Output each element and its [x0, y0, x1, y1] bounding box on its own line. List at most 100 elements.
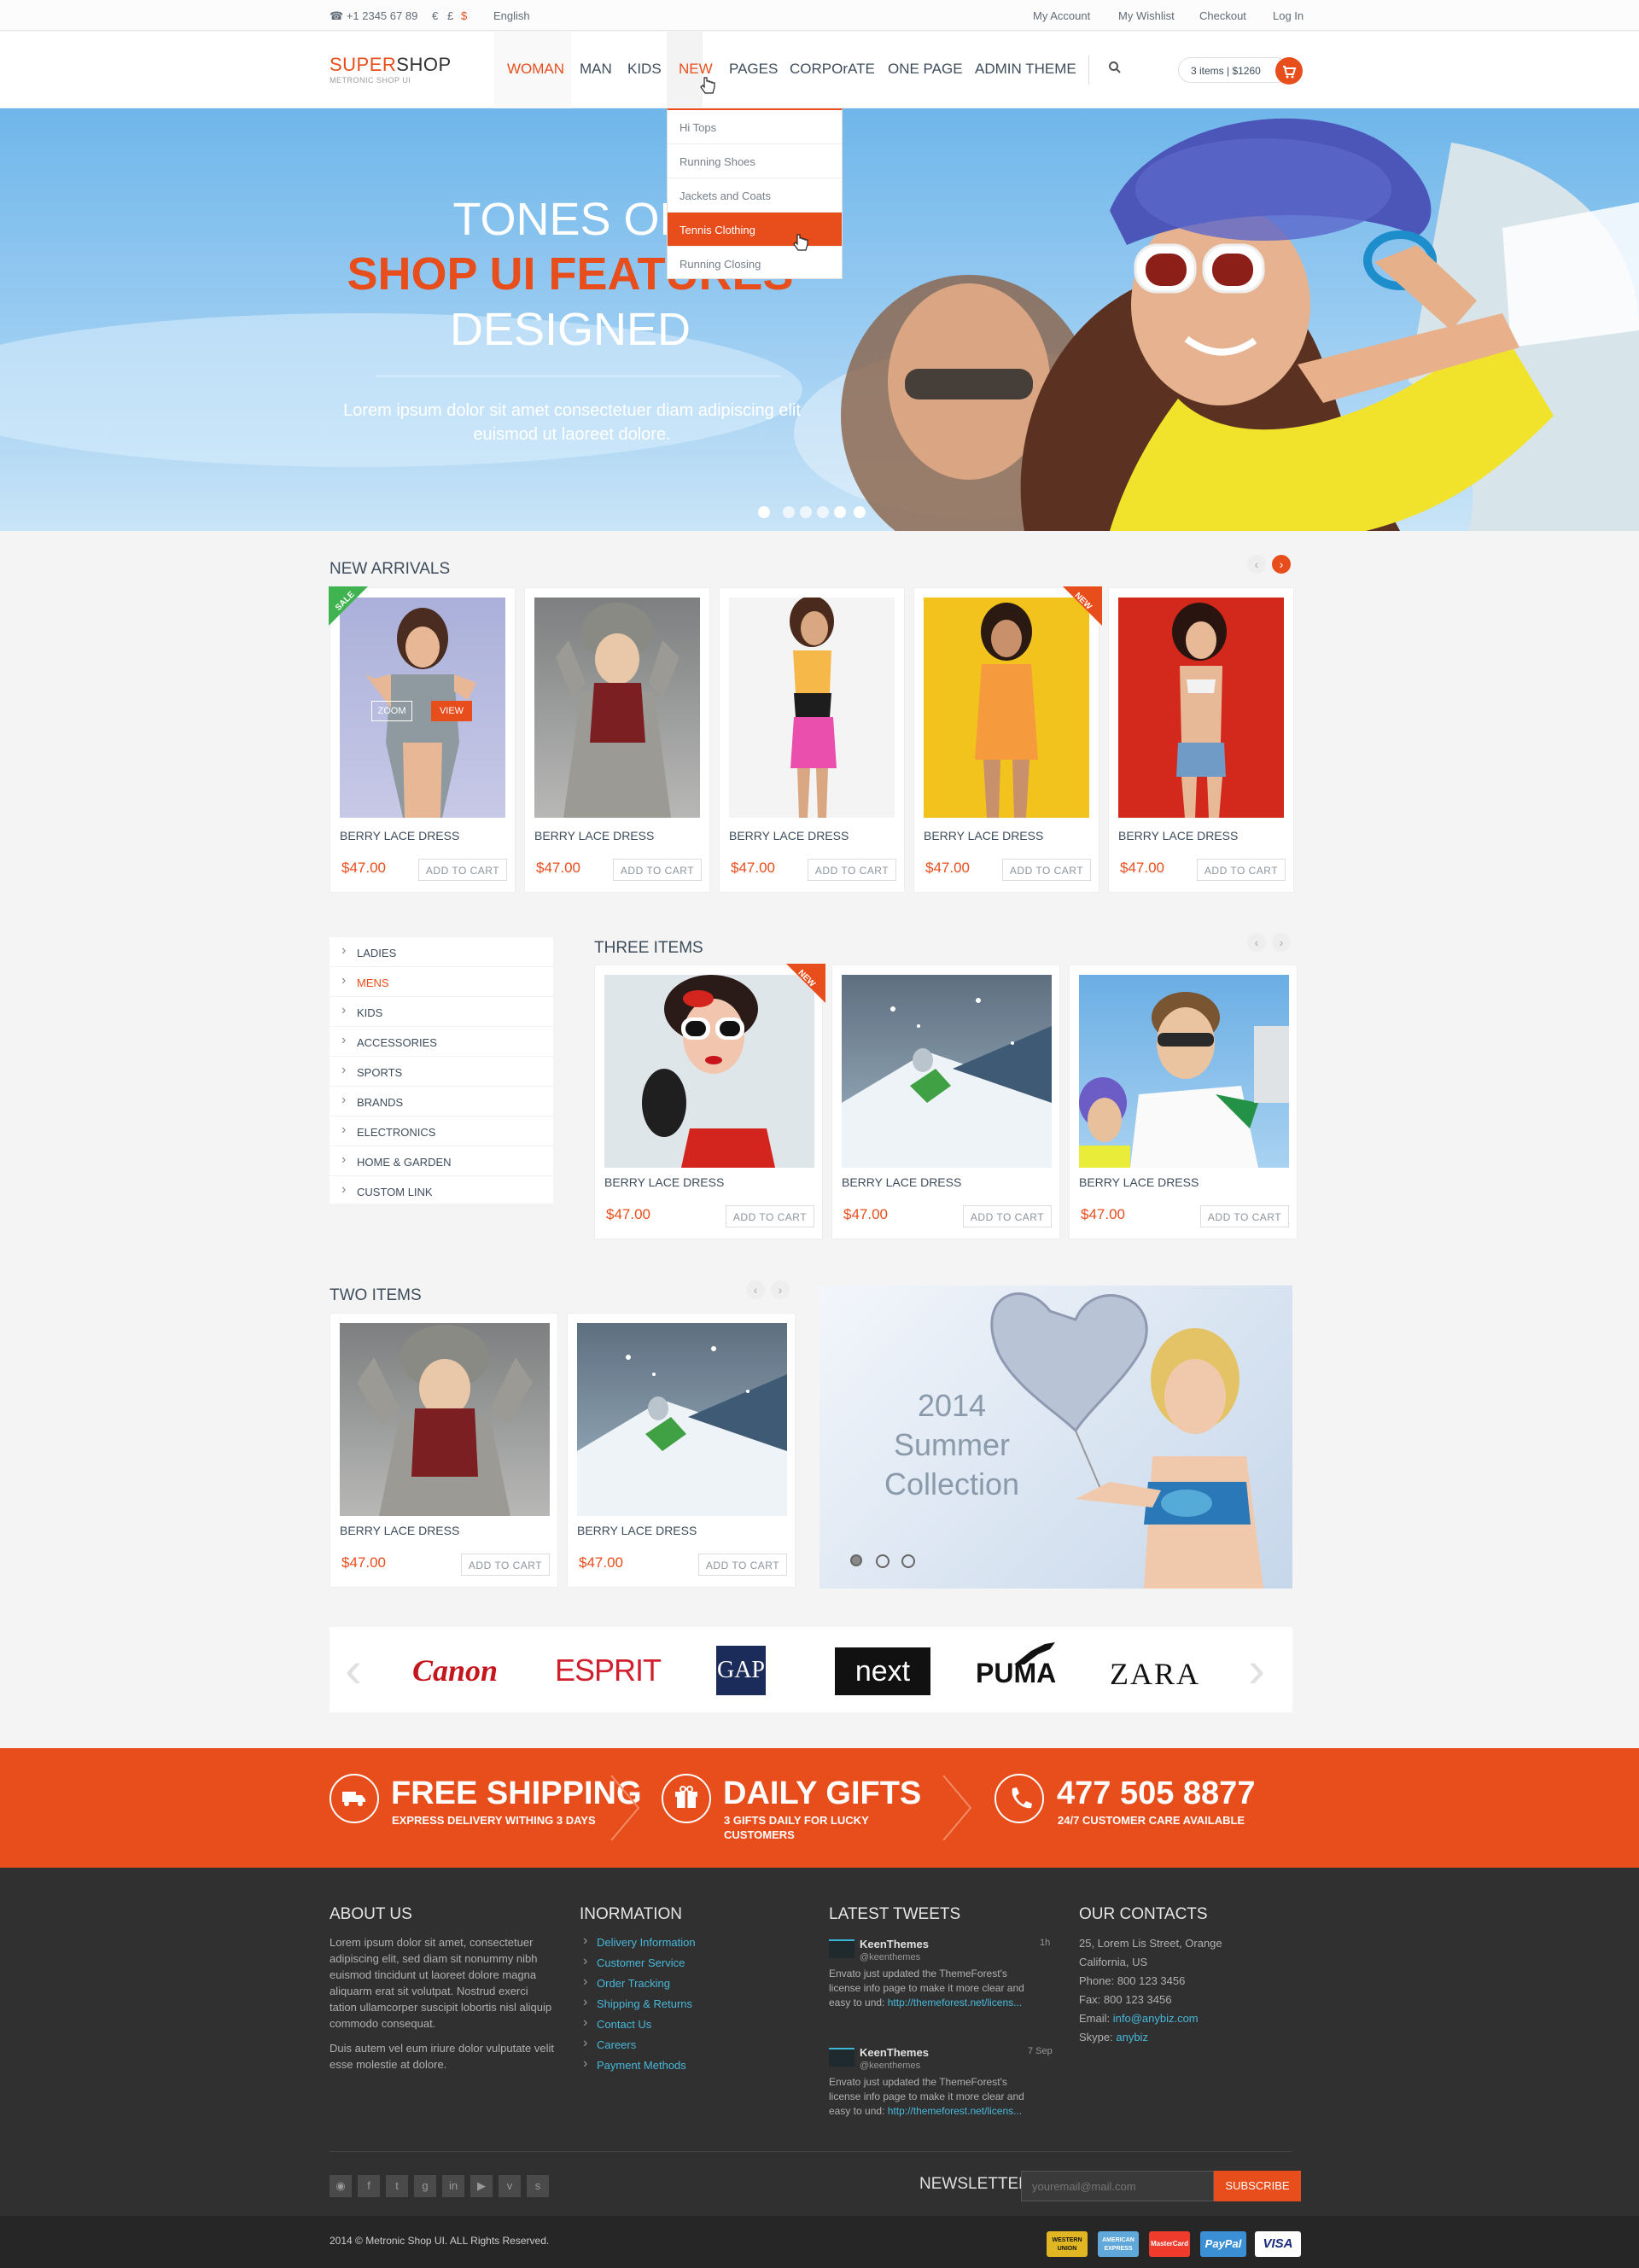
add-to-cart-button[interactable]: ADD TO CART [1002, 859, 1091, 881]
footer-link-contact-us[interactable]: Contact Us [583, 2015, 651, 2031]
three-items-next-button[interactable]: › [1272, 933, 1291, 952]
nav-man[interactable]: MAN [580, 61, 612, 78]
vimeo-icon[interactable]: v [499, 2175, 521, 2197]
brands-prev-button[interactable]: ‹ [345, 1644, 362, 1695]
add-to-cart-button[interactable]: ADD TO CART [418, 859, 507, 881]
slider-prev-dot[interactable] [758, 506, 770, 518]
brand-gap-logo[interactable]: GAP [716, 1646, 766, 1695]
contact-email-link[interactable]: info@anybiz.com [1113, 2012, 1199, 2025]
add-to-cart-button[interactable]: ADD TO CART [698, 1554, 787, 1576]
slider-pause-button[interactable] [854, 506, 866, 518]
linkedin-icon[interactable]: in [442, 2175, 464, 2197]
add-to-cart-button[interactable]: ADD TO CART [461, 1554, 550, 1576]
checkout-link[interactable]: Checkout [1199, 9, 1246, 22]
product-card[interactable]: BERRY LACE DRESS $47.00 ADD TO CART [831, 965, 1060, 1239]
banner-dot-3[interactable] [901, 1554, 915, 1568]
my-account-link[interactable]: My Account [1033, 9, 1090, 22]
sidebar-item-accessories[interactable]: ACCESSORIES [330, 1027, 553, 1057]
product-name[interactable]: BERRY LACE DRESS [604, 1175, 724, 1189]
tweet-user[interactable]: KeenThemes [860, 1938, 929, 1950]
brands-next-button[interactable]: › [1248, 1644, 1265, 1695]
product-card[interactable]: NEW BERRY LACE DRESS $47.00 ADD TO CART [594, 964, 825, 1239]
sidebar-item-home-garden[interactable]: HOME & GARDEN [330, 1146, 553, 1176]
facebook-icon[interactable]: f [358, 2175, 380, 2197]
product-image[interactable] [534, 598, 700, 818]
product-image[interactable] [924, 598, 1089, 818]
view-button[interactable]: VIEW [431, 701, 472, 721]
nav-new[interactable]: NEW [679, 61, 713, 78]
nav-admin-theme[interactable]: ADMIN THEME [975, 61, 1076, 78]
banner-dot-2[interactable] [876, 1554, 889, 1568]
footer-link-payment-methods[interactable]: Payment Methods [583, 2056, 686, 2072]
product-name[interactable]: BERRY LACE DRESS [340, 1524, 459, 1537]
product-card[interactable]: BERRY LACE DRESS $47.00 ADD TO CART [567, 1313, 796, 1588]
summer-collection-banner[interactable]: 2014 Summer Collection [820, 1286, 1292, 1589]
nav-kids[interactable]: KIDS [627, 61, 662, 78]
slider-dot-1[interactable] [783, 506, 795, 518]
youtube-icon[interactable]: ▶ [470, 2175, 493, 2197]
sidebar-item-custom-link[interactable]: CUSTOM LINK [330, 1176, 553, 1206]
product-image[interactable] [340, 598, 505, 818]
product-name[interactable]: BERRY LACE DRESS [577, 1524, 697, 1537]
product-image[interactable] [604, 975, 814, 1168]
nav-corporate[interactable]: CORPOrATE [790, 61, 875, 78]
google-plus-icon[interactable]: g [414, 2175, 436, 2197]
brand-zara-logo[interactable]: ZARA [1110, 1656, 1200, 1692]
rss-icon[interactable]: ◉ [330, 2175, 352, 2197]
product-image[interactable] [842, 975, 1052, 1168]
three-items-prev-button[interactable]: ‹ [1247, 933, 1266, 952]
product-name[interactable]: BERRY LACE DRESS [1079, 1175, 1199, 1189]
dropdown-item-jackets[interactable]: Jackets and Coats [668, 178, 842, 213]
sidebar-item-ladies[interactable]: LADIES [330, 937, 553, 967]
footer-link-order-tracking[interactable]: Order Tracking [583, 1974, 670, 1990]
sidebar-item-kids[interactable]: KIDS [330, 997, 553, 1027]
sidebar-item-sports[interactable]: SPORTS [330, 1057, 553, 1087]
nav-pages[interactable]: PAGES [729, 61, 778, 78]
sidebar-item-brands[interactable]: BRANDS [330, 1087, 553, 1117]
product-name[interactable]: BERRY LACE DRESS [842, 1175, 961, 1189]
banner-dot-1[interactable] [850, 1554, 862, 1566]
slider-dot-2[interactable] [800, 506, 812, 518]
product-name[interactable]: BERRY LACE DRESS [1118, 829, 1238, 842]
tweet-link[interactable]: http://themeforest.net/licens... [888, 2105, 1022, 2117]
add-to-cart-button[interactable]: ADD TO CART [808, 859, 896, 881]
sidebar-item-electronics[interactable]: ELECTRONICS [330, 1117, 553, 1146]
nav-one-page[interactable]: ONE PAGE [888, 61, 963, 78]
product-card[interactable]: BERRY LACE DRESS $47.00 ADD TO CART [330, 1313, 558, 1588]
product-name[interactable]: BERRY LACE DRESS [924, 829, 1043, 842]
cart-icon[interactable] [1275, 57, 1303, 85]
two-items-prev-button[interactable]: ‹ [746, 1280, 765, 1299]
product-card[interactable]: BERRY LACE DRESS $47.00 ADD TO CART [524, 587, 710, 893]
add-to-cart-button[interactable]: ADD TO CART [963, 1205, 1052, 1227]
zoom-button[interactable]: ZOOM [371, 701, 412, 721]
search-icon[interactable] [1108, 61, 1122, 79]
subscribe-button[interactable]: SUBSCRIBE [1214, 2171, 1301, 2201]
two-items-next-button[interactable]: › [771, 1280, 790, 1299]
brand-canon-logo[interactable]: Canon [412, 1653, 498, 1688]
tweet-link[interactable]: http://themeforest.net/licens... [888, 1997, 1022, 2009]
slider-dot-3[interactable] [817, 506, 829, 518]
new-arrivals-next-button[interactable]: › [1272, 555, 1291, 574]
my-wishlist-link[interactable]: My Wishlist [1118, 9, 1175, 22]
new-arrivals-prev-button[interactable]: ‹ [1247, 555, 1266, 574]
dropdown-item-running-closing[interactable]: Running Closing [668, 247, 842, 281]
product-card[interactable]: SALE ZOOM VIEW BERRY LACE DRESS $47.00 A… [329, 586, 516, 893]
footer-link-delivery[interactable]: Delivery Information [583, 1933, 696, 1949]
brand-esprit-logo[interactable]: ESPRIT [555, 1653, 662, 1688]
cart-summary[interactable]: 3 items | $1260 [1178, 57, 1289, 83]
footer-link-customer-service[interactable]: Customer Service [583, 1954, 685, 1969]
product-image[interactable] [340, 1323, 550, 1516]
footer-link-careers[interactable]: Careers [583, 2036, 636, 2051]
product-image[interactable] [1079, 975, 1289, 1168]
contact-skype-link[interactable]: anybiz [1116, 2031, 1148, 2044]
dropdown-item-hi-tops[interactable]: Hi Tops [668, 110, 842, 144]
login-link[interactable]: Log In [1273, 9, 1304, 22]
add-to-cart-button[interactable]: ADD TO CART [1200, 1205, 1289, 1227]
product-image[interactable] [577, 1323, 787, 1516]
product-card[interactable]: BERRY LACE DRESS $47.00 ADD TO CART [1069, 965, 1298, 1239]
currency-euro[interactable]: € [432, 9, 438, 22]
currency-dollar[interactable]: $ [461, 9, 467, 22]
tweet-user[interactable]: KeenThemes [860, 2046, 929, 2059]
product-name[interactable]: BERRY LACE DRESS [729, 829, 849, 842]
slider-dot-4[interactable] [834, 506, 846, 518]
